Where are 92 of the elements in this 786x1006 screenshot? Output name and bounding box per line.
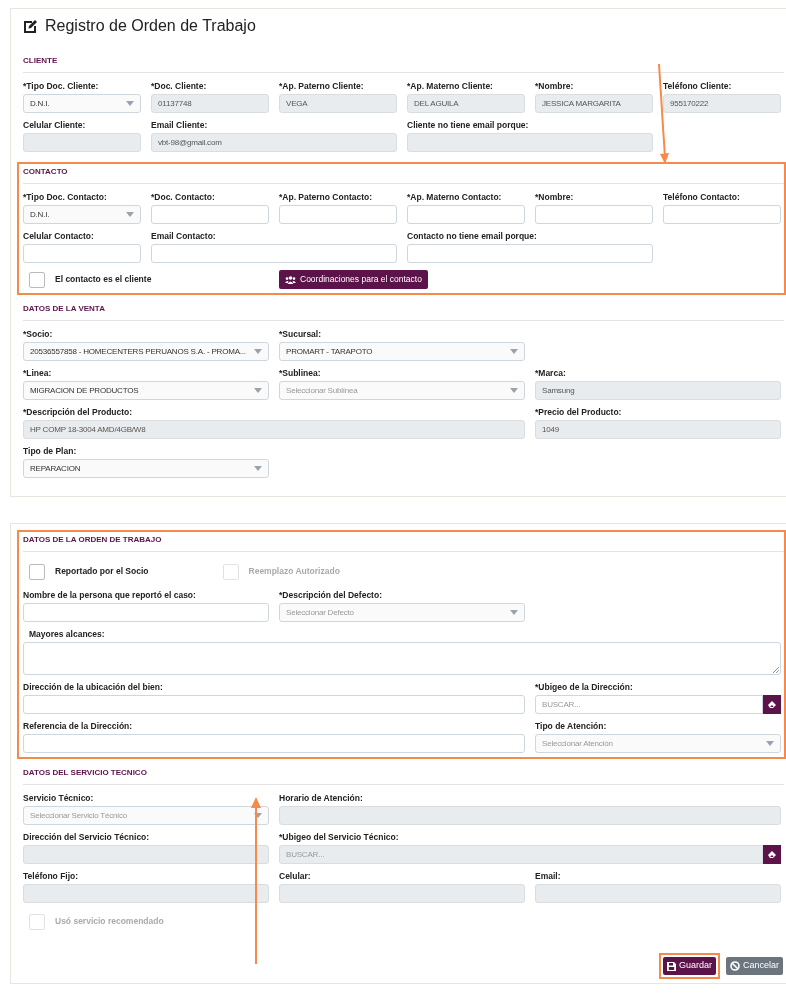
checkbox-label: Reemplazo Autorizado [248, 565, 340, 578]
field-label: Dirección del Servicio Técnico: [23, 832, 151, 842]
field-label: *Ap. Paterno Contacto: [279, 192, 374, 202]
ban-icon [729, 961, 740, 971]
select-field[interactable]: D.N.I. [23, 94, 141, 113]
field-label: *Sublinea: [279, 368, 322, 378]
checkbox-label: Usó servicio recomendado [55, 915, 164, 928]
field-label: Nombre de la persona que reportó el caso: [23, 590, 197, 600]
caret-icon [510, 388, 518, 393]
field-label: *Ap. Materno Contacto: [407, 192, 503, 202]
input-field[interactable] [23, 244, 141, 263]
field-label: *Tipo Doc. Cliente: [23, 81, 100, 91]
checkbox-label: Reportado por el Socio [55, 565, 149, 578]
section-title: DATOS DEL SERVICIO TECNICO [23, 765, 784, 785]
field-label: Tipo de Plan: [23, 446, 78, 456]
field-label: Cliente no tiene email porque: [407, 120, 530, 130]
field-label: *Doc. Contacto: [151, 192, 216, 202]
field-label: Celular: [279, 871, 312, 881]
caret-icon [254, 349, 262, 354]
field-label: Horario de Atención: [279, 793, 364, 803]
field-label: *Ubigeo del Servicio Técnico: [279, 832, 400, 842]
field-label: Email Contacto: [151, 231, 217, 241]
field-label: Celular Contacto: [23, 231, 95, 241]
save-button[interactable]: Guardar [662, 957, 716, 975]
field-label: *Ap. Materno Cliente: [407, 81, 494, 91]
eraser-icon [767, 850, 777, 859]
select-field[interactable]: PROMART - TARAPOTO [279, 342, 525, 361]
input-field[interactable] [663, 205, 781, 224]
field-label: *Nombre: [535, 192, 575, 202]
caret-icon [510, 349, 518, 354]
field-label: Teléfono Contacto: [663, 192, 741, 202]
eraser-button[interactable] [763, 695, 781, 714]
caret-icon [254, 813, 262, 818]
search-field[interactable]: BUSCAR... [535, 695, 763, 714]
field-label: *Tipo Doc. Contacto: [23, 192, 108, 202]
caret-icon [510, 610, 518, 615]
field-label: *Nombre: [535, 81, 575, 91]
input-field[interactable] [151, 244, 397, 263]
field-label: Teléfono Fijo: [23, 871, 80, 881]
eraser-icon [767, 700, 777, 709]
field-label: *Marca: [535, 368, 567, 378]
field-label: Contacto no tiene email porque: [407, 231, 538, 241]
field-label: Mayores alcances: [28, 629, 106, 639]
input-field[interactable] [535, 205, 653, 224]
field-label: Email Cliente: [151, 120, 209, 130]
field-label: *Precio del Producto: [535, 407, 623, 417]
select-field[interactable]: MIGRACION DE PRODUCTOS [23, 381, 269, 400]
caret-icon [766, 741, 774, 746]
field-label: *Sucursal: [279, 329, 323, 339]
field-label: *Ubigeo de la Dirección: [535, 682, 634, 692]
users-icon [285, 275, 296, 284]
input-field[interactable] [279, 205, 397, 224]
field-label: *Socio: [23, 329, 54, 339]
select-field[interactable]: REPARACION [23, 459, 269, 478]
coordination-button[interactable]: Coordinaciones para el contacto [279, 270, 428, 289]
field-label: Tipo de Atención: [535, 721, 608, 731]
input-field[interactable] [407, 244, 653, 263]
caret-icon [254, 466, 262, 471]
input-field[interactable] [23, 734, 525, 753]
field-label: *Descripción del Defecto: [279, 590, 383, 600]
field-label: Servicio Técnico: [23, 793, 95, 803]
input-field[interactable] [23, 695, 525, 714]
section-title: DATOS DE LA VENTA [23, 301, 784, 321]
field-label: *Descripción del Producto: [23, 407, 134, 417]
field-label: Email: [535, 871, 562, 881]
field-label: Dirección de la ubicación del bien: [23, 682, 164, 692]
page-title: Registro de Orden de Trabajo [45, 16, 256, 36]
checkbox-label: El contacto es el cliente [55, 273, 152, 286]
caret-icon [126, 212, 134, 217]
section-title: DATOS DE LA ORDEN DE TRABAJO [23, 532, 784, 552]
checkbox[interactable] [29, 271, 45, 288]
input-field[interactable] [151, 205, 269, 224]
eraser-button[interactable] [763, 845, 781, 864]
field-label: Celular Cliente: [23, 120, 87, 130]
input-field[interactable] [407, 205, 525, 224]
field-label: *Ap. Paterno Cliente: [279, 81, 365, 91]
caret-icon [254, 388, 262, 393]
field-label: Teléfono Cliente: [663, 81, 733, 91]
field-label: Referencia de la Dirección: [23, 721, 134, 731]
section-title: CLIENTE [23, 53, 784, 73]
checkbox[interactable] [29, 563, 45, 580]
section-title: CONTACTO [23, 164, 784, 184]
field-label: *Doc. Cliente: [151, 81, 208, 91]
edit-icon [23, 18, 39, 34]
resize-handle-icon [772, 666, 779, 673]
select-field[interactable]: 20536557858 - HOMECENTERS PERUANOS S.A. - PROMA... [23, 342, 269, 361]
input-field[interactable] [23, 603, 269, 622]
text-area[interactable] [23, 642, 781, 675]
select-field[interactable]: D.N.I. [23, 205, 141, 224]
caret-icon [126, 101, 134, 106]
cancel-button[interactable]: Cancelar [725, 957, 783, 975]
field-label: *Linea: [23, 368, 53, 378]
